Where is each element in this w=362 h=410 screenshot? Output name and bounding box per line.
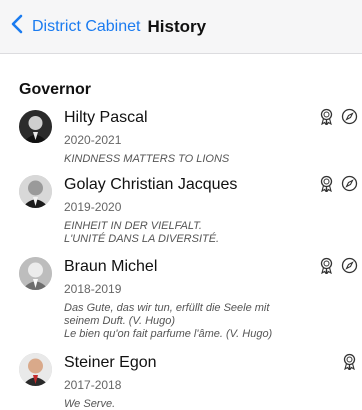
motto-line: Le bien qu'on fait parfume l'âme. (V. Hu… — [64, 328, 273, 340]
page-title: History — [147, 16, 207, 36]
navigation-bar: District Cabinet History — [0, 0, 362, 54]
avatar — [19, 110, 52, 143]
compass-icon[interactable] — [341, 175, 358, 192]
motto: We Serve. — [64, 398, 354, 410]
section-header-governor: Governor — [19, 81, 92, 98]
award-icon[interactable] — [318, 175, 335, 192]
award-icon[interactable] — [318, 108, 335, 125]
entry-icons — [341, 353, 358, 370]
avatar — [19, 175, 52, 208]
governor-name: Braun Michel — [64, 258, 158, 275]
avatar — [19, 257, 52, 290]
motto-line: L'UNITÉ DANS LA DIVERSITÉ. — [64, 233, 220, 245]
governor-name: Golay Christian Jacques — [64, 176, 238, 193]
motto: Das Gute, das wir tun, erfüllt die Seele… — [64, 302, 354, 341]
governor-name: Hilty Pascal — [64, 109, 148, 126]
entry-icons — [318, 257, 358, 274]
motto-line: KINDNESS MATTERS TO LIONS — [64, 153, 230, 165]
award-icon[interactable] — [318, 257, 335, 274]
award-icon[interactable] — [341, 353, 358, 370]
term-years: 2019-2020 — [64, 200, 122, 214]
term-years: 2018-2019 — [64, 282, 122, 296]
motto: KINDNESS MATTERS TO LIONS — [64, 153, 354, 166]
term-years: 2020-2021 — [64, 133, 122, 147]
motto-line: EINHEIT IN DER VIELFALT. — [64, 220, 202, 232]
motto-line: We Serve. — [64, 398, 116, 410]
entry-icons — [318, 108, 358, 125]
motto: EINHEIT IN DER VIELFALT. L'UNITÉ DANS LA… — [64, 220, 354, 246]
avatar — [19, 353, 52, 386]
chevron-left-icon — [10, 14, 24, 39]
motto-line: seinem Duft. (V. Hugo) — [64, 315, 176, 327]
entry-icons — [318, 175, 358, 192]
governor-name: Steiner Egon — [64, 354, 157, 371]
motto-line: Das Gute, das wir tun, erfüllt die Seele… — [64, 302, 270, 314]
back-button[interactable]: District Cabinet — [10, 14, 140, 39]
back-button-label: District Cabinet — [32, 17, 141, 35]
compass-icon[interactable] — [341, 257, 358, 274]
term-years: 2017-2018 — [64, 378, 122, 392]
compass-icon[interactable] — [341, 108, 358, 125]
